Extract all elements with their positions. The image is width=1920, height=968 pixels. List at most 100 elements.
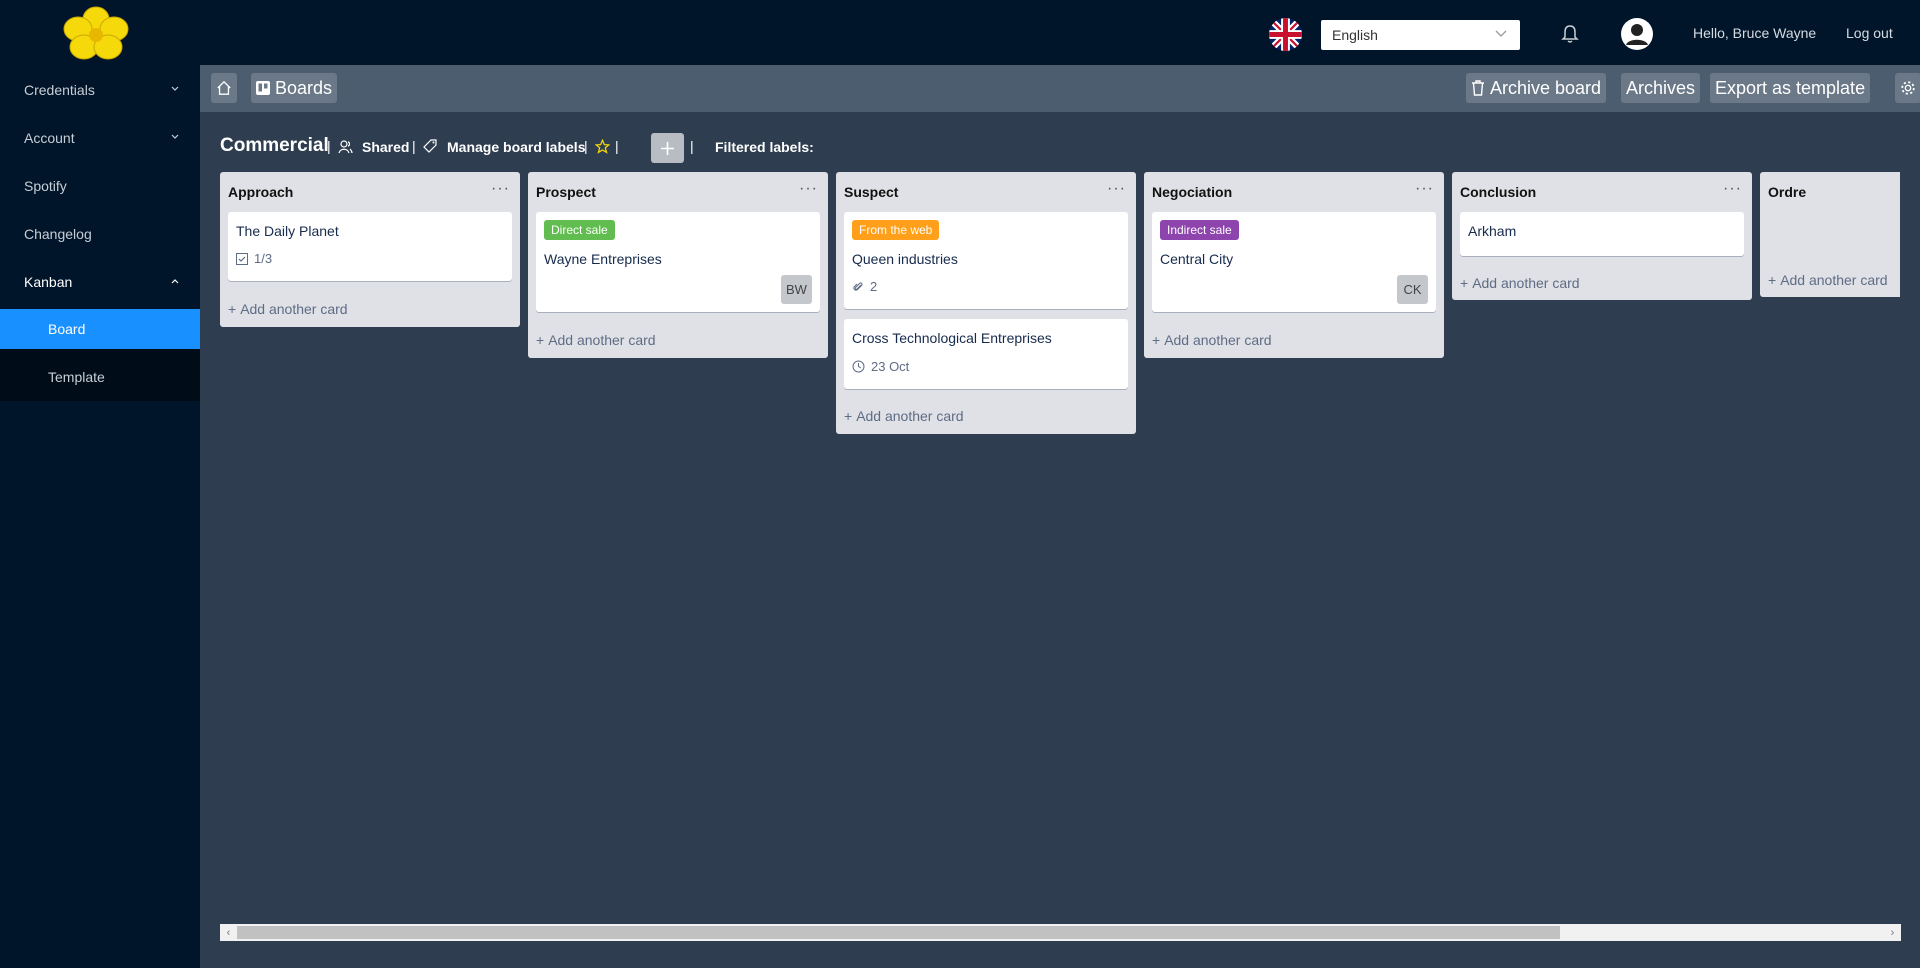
add-card-label: Add another card bbox=[856, 408, 964, 424]
card-title: Queen industries bbox=[852, 251, 958, 267]
card[interactable]: The Daily Planet 1/3 bbox=[228, 212, 512, 281]
star-icon[interactable] bbox=[595, 139, 610, 154]
list-negociation: Negociation ··· Indirect sale Central Ci… bbox=[1144, 172, 1444, 358]
due-date: 23 Oct bbox=[871, 359, 910, 374]
list-title[interactable]: Conclusion bbox=[1460, 184, 1536, 200]
sidebar-item-account[interactable]: Account bbox=[0, 118, 200, 158]
add-filter-label-button[interactable] bbox=[651, 133, 684, 163]
board-title[interactable]: Commercial bbox=[220, 135, 329, 157]
sidebar-item-label: Account bbox=[24, 130, 75, 146]
card[interactable]: Cross Technological Entreprises 23 Oct bbox=[844, 319, 1128, 389]
separator: | bbox=[615, 138, 619, 154]
card-label-badge: From the web bbox=[852, 220, 940, 240]
card[interactable]: From the web Queen industries 2 bbox=[844, 212, 1128, 309]
plus-icon: + bbox=[1460, 275, 1469, 291]
archive-board-button[interactable]: Archive board bbox=[1466, 73, 1607, 103]
scrollbar-thumb[interactable] bbox=[237, 926, 1560, 939]
list-title[interactable]: Negociation bbox=[1152, 184, 1232, 200]
archives-button[interactable]: Archives bbox=[1621, 73, 1701, 103]
settings-button[interactable] bbox=[1895, 73, 1920, 103]
card-title: Wayne Entreprises bbox=[544, 251, 662, 267]
list-title[interactable]: Ordre bbox=[1768, 184, 1806, 200]
sidebar: Credentials Account Spotify Changelog Ka… bbox=[0, 65, 200, 968]
plus-icon: + bbox=[536, 332, 545, 348]
card-title: Central City bbox=[1160, 251, 1234, 267]
sidebar-item-changelog[interactable]: Changelog bbox=[0, 214, 200, 254]
plus-icon: + bbox=[1152, 332, 1161, 348]
separator: | bbox=[584, 138, 588, 154]
list-title[interactable]: Prospect bbox=[536, 184, 596, 200]
manage-labels-button[interactable]: Manage board labels bbox=[447, 139, 585, 155]
plus-icon bbox=[661, 142, 674, 155]
add-card-label: Add another card bbox=[1780, 272, 1888, 288]
add-card-label: Add another card bbox=[1472, 275, 1580, 291]
language-select[interactable]: English bbox=[1321, 20, 1520, 50]
home-icon bbox=[217, 80, 231, 95]
card[interactable]: Arkham bbox=[1460, 212, 1744, 256]
card-title: Arkham bbox=[1468, 223, 1517, 239]
scroll-left-icon[interactable]: ‹ bbox=[220, 924, 237, 941]
tag-icon bbox=[423, 139, 437, 153]
user-avatar-icon[interactable] bbox=[1621, 18, 1653, 50]
more-icon[interactable]: ··· bbox=[1415, 180, 1434, 198]
list-conclusion: Conclusion ··· Arkham + Add another card bbox=[1452, 172, 1752, 300]
plus-icon: + bbox=[1768, 272, 1777, 288]
boards-label: Boards bbox=[275, 77, 333, 98]
sidebar-item-label: Board bbox=[48, 321, 86, 337]
trash-icon bbox=[1472, 80, 1484, 96]
separator: | bbox=[327, 138, 331, 154]
uk-flag-icon[interactable] bbox=[1269, 18, 1302, 51]
add-card-button[interactable]: + Add another card bbox=[536, 332, 656, 348]
top-header: English Hello, Bruce Wayne Log out bbox=[0, 0, 1920, 65]
board-toolbar: Boards Archive board Archives Export as … bbox=[200, 65, 1920, 112]
scroll-right-icon[interactable]: › bbox=[1884, 924, 1901, 941]
add-card-button[interactable]: + Add another card bbox=[844, 408, 964, 424]
add-card-button[interactable]: + Add another card bbox=[1460, 275, 1580, 291]
sidebar-item-label: Credentials bbox=[24, 82, 95, 98]
separator: | bbox=[690, 138, 694, 154]
chevron-up-icon bbox=[171, 279, 179, 284]
card[interactable]: Indirect sale Central City CK bbox=[1152, 212, 1436, 312]
language-select-value: English bbox=[1332, 27, 1378, 43]
sidebar-item-label: Spotify bbox=[24, 178, 67, 194]
card[interactable]: Direct sale Wayne Entreprises BW bbox=[536, 212, 820, 312]
attachment-badge: 2 bbox=[852, 279, 877, 294]
shared-button[interactable]: Shared bbox=[362, 139, 409, 155]
sidebar-item-template[interactable]: Template bbox=[0, 357, 200, 397]
member-avatar[interactable]: BW bbox=[781, 275, 812, 304]
horizontal-scrollbar[interactable]: ‹ › bbox=[220, 924, 1901, 941]
board-icon bbox=[256, 81, 270, 95]
card-label-badge: Direct sale bbox=[544, 220, 615, 240]
chevron-down-icon bbox=[171, 134, 179, 139]
add-card-button[interactable]: + Add another card bbox=[1768, 272, 1888, 288]
sidebar-item-board[interactable]: Board bbox=[0, 309, 200, 349]
add-card-button[interactable]: + Add another card bbox=[228, 301, 348, 317]
more-icon[interactable]: ··· bbox=[1723, 180, 1742, 198]
boards-button[interactable]: Boards bbox=[251, 73, 338, 103]
sidebar-item-credentials[interactable]: Credentials bbox=[0, 70, 200, 110]
home-button[interactable] bbox=[211, 73, 237, 103]
gear-icon bbox=[1901, 81, 1915, 95]
more-icon[interactable]: ··· bbox=[491, 180, 510, 198]
chevron-down-icon bbox=[171, 86, 179, 91]
plus-icon: + bbox=[844, 408, 853, 424]
more-icon[interactable]: ··· bbox=[799, 180, 818, 198]
archives-label: Archives bbox=[1626, 77, 1696, 98]
more-icon[interactable]: ··· bbox=[1107, 180, 1126, 198]
checkbox-icon bbox=[236, 252, 248, 265]
logout-link[interactable]: Log out bbox=[1846, 25, 1893, 41]
users-icon bbox=[338, 140, 353, 154]
sidebar-item-kanban[interactable]: Kanban bbox=[0, 262, 200, 302]
sidebar-item-spotify[interactable]: Spotify bbox=[0, 166, 200, 206]
export-template-button[interactable]: Export as template bbox=[1710, 73, 1871, 103]
clock-icon bbox=[852, 360, 865, 373]
chevron-down-icon bbox=[1495, 30, 1507, 37]
bell-icon[interactable] bbox=[1561, 24, 1579, 44]
list-title[interactable]: Approach bbox=[228, 184, 293, 200]
checklist-badge: 1/3 bbox=[236, 251, 272, 266]
card-label-badge: Indirect sale bbox=[1160, 220, 1239, 240]
list-title[interactable]: Suspect bbox=[844, 184, 898, 200]
flower-logo-icon[interactable] bbox=[58, 5, 134, 61]
member-avatar[interactable]: CK bbox=[1397, 275, 1428, 304]
add-card-button[interactable]: + Add another card bbox=[1152, 332, 1272, 348]
